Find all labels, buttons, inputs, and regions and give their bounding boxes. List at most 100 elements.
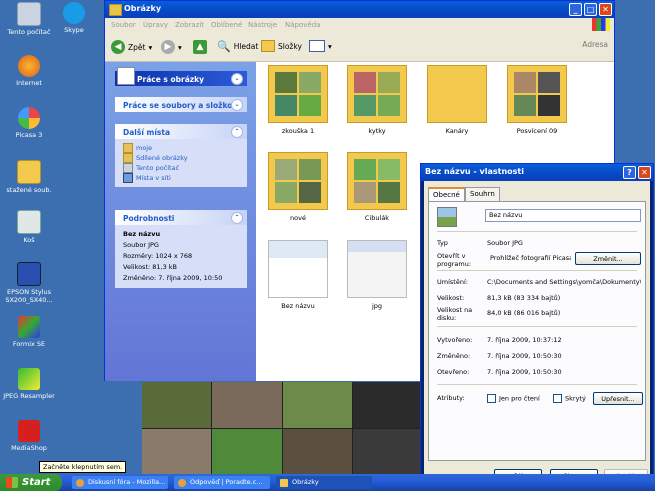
desktop-icon-skype[interactable]: Skype [45, 2, 103, 34]
taskbar: Start Diskusní fóra - Mozilla... Odpověď… [0, 474, 655, 491]
my-computer-icon [17, 2, 41, 26]
desktop-icon-formix[interactable]: Formix SE [0, 316, 58, 348]
readonly-checkbox[interactable]: Jen pro čtení [487, 394, 540, 403]
file-item[interactable]: jpg [342, 240, 412, 310]
folders-button[interactable]: Složky [261, 40, 302, 52]
folder-item[interactable]: Kanáry [422, 65, 492, 135]
open-with-label: Otevřít v programu: [437, 252, 472, 268]
folder-thumbnail-icon [268, 65, 328, 123]
collapse-chevron-icon[interactable]: ⌃ [231, 126, 243, 138]
mediashop-icon [18, 420, 40, 442]
desktop-icon-internet[interactable]: Internet [0, 55, 58, 87]
photo-tile [212, 382, 282, 428]
menu-favorites[interactable]: Oblíbené [211, 21, 242, 29]
skype-icon [63, 2, 85, 24]
place-link-moje[interactable]: moje [123, 143, 239, 153]
desktop-icon-mediashop[interactable]: MediaShop [0, 420, 58, 452]
folder-icon [123, 143, 133, 153]
up-arrow-icon: ▲ [193, 40, 207, 54]
menu-bar: Soubor Úpravy Zobrazit Oblíbené Nástroje… [105, 18, 614, 31]
photo-tile [352, 428, 422, 474]
folder-item[interactable]: zkouška 1 [263, 65, 333, 135]
image-file-icon [437, 207, 457, 227]
details-size: Velikost: 81,3 kB [123, 263, 178, 271]
folder-thumbnail-icon [268, 152, 328, 210]
minimize-button[interactable]: _ [569, 3, 582, 16]
forward-button[interactable]: ▶ ▾ [161, 40, 182, 54]
photo-tile [142, 428, 212, 474]
details-header[interactable]: Podrobnosti ⌃ [115, 210, 247, 225]
created-label: Vytvořeno: [437, 336, 473, 344]
other-places-panel: Další místa ⌃ moje Sdílené obrázky Tento… [115, 124, 247, 187]
background-photo-collage [142, 382, 422, 474]
photo-tile [352, 382, 422, 428]
chevron-down-icon: ▾ [148, 42, 153, 52]
advanced-button[interactable]: Upřesnit... [593, 392, 643, 405]
picture-tasks-header[interactable]: Práce s obrázky ⌄ [115, 67, 247, 86]
hidden-checkbox[interactable]: Skrytý [553, 394, 586, 403]
taskbar-item-explorer[interactable]: Obrázky [276, 476, 372, 489]
up-folder-button[interactable]: ▲ [193, 40, 207, 54]
formix-icon [18, 316, 40, 338]
firefox-icon [178, 479, 186, 487]
dialog-titlebar[interactable]: Bez názvu - vlastnosti ? ✕ [421, 164, 653, 181]
properties-dialog: Bez názvu - vlastnosti ? ✕ Obecné Souhrn… [420, 163, 654, 491]
desktop-icon-jpeg-resampler[interactable]: JPEG Resampler [0, 368, 58, 400]
taskbar-item-firefox[interactable]: Diskusní fóra - Mozilla... [72, 476, 168, 489]
firefox-icon [18, 55, 40, 77]
forward-arrow-icon: ▶ [161, 40, 175, 54]
folder-icon [261, 40, 275, 52]
modified-label: Změněno: [437, 352, 471, 360]
place-link-network[interactable]: Místa v síti [123, 173, 239, 183]
search-button[interactable]: 🔍 Hledat [217, 40, 258, 53]
folder-icon [427, 65, 487, 123]
menu-tools[interactable]: Nástroje [248, 21, 277, 29]
other-places-header[interactable]: Další místa ⌃ [115, 124, 247, 139]
file-tasks-header[interactable]: Práce se soubory a složkou ⌄ [115, 97, 247, 112]
folder-item[interactable]: Posvícení 09 [502, 65, 572, 135]
address-label: Adresa [582, 40, 608, 49]
start-button[interactable]: Start [0, 474, 62, 491]
tab-summary[interactable]: Souhrn [465, 187, 500, 201]
created-value: 7. října 2009, 10:37:12 [487, 336, 562, 344]
toolbar: ◀ Zpět ▾ ▶ ▾ ▲ 🔍 Hledat Složky ▾ Adresa [105, 31, 614, 62]
jpeg-resampler-icon [18, 368, 40, 390]
help-button[interactable]: ? [623, 166, 636, 179]
menu-file[interactable]: Soubor [111, 21, 136, 29]
divider [437, 270, 637, 271]
file-item[interactable]: Bez názvu [263, 240, 333, 310]
general-panel: Bez názvu Typ Soubor JPG Otevřít v progr… [428, 201, 646, 461]
menu-view[interactable]: Zobrazit [175, 21, 204, 29]
expand-chevron-icon[interactable]: ⌄ [231, 99, 243, 111]
picture-tasks-panel: Práce s obrázky ⌄ [115, 67, 247, 86]
views-button[interactable]: ▾ [309, 40, 332, 52]
place-link-shared-pictures[interactable]: Sdílené obrázky [123, 153, 239, 163]
explorer-titlebar[interactable]: Obrázky _ □ ✕ [105, 1, 614, 18]
location-value: C:\Documents and Settings\yomča\Dokument… [487, 278, 641, 286]
back-button[interactable]: ◀ Zpět ▾ [111, 40, 152, 54]
change-button[interactable]: Změnit... [575, 252, 641, 265]
printer-icon [17, 262, 41, 286]
folder-icon [123, 153, 133, 163]
desktop-icon-picasa[interactable]: Picasa 3 [0, 107, 58, 139]
collapse-chevron-icon[interactable]: ⌃ [231, 212, 243, 224]
collapse-chevron-icon[interactable]: ⌄ [231, 73, 243, 85]
taskbar-item-firefox-2[interactable]: Odpověď | Poradte.c... [174, 476, 270, 489]
details-name: Bez názvu [123, 230, 161, 238]
checkbox-icon [553, 394, 562, 403]
close-button[interactable]: ✕ [599, 3, 612, 16]
desktop-icon-epson[interactable]: EPSON Stylus SX200_SX40... [0, 262, 58, 304]
task-pane: Práce s obrázky ⌄ Práce se soubory a slo… [105, 62, 256, 381]
place-link-my-computer[interactable]: Tento počítač [123, 163, 239, 173]
desktop-icon-recycle-bin[interactable]: Koš [0, 210, 58, 244]
folder-item[interactable]: nové [263, 152, 333, 222]
close-button[interactable]: ✕ [638, 166, 651, 179]
maximize-button[interactable]: □ [584, 3, 597, 16]
filename-input[interactable]: Bez názvu [485, 209, 641, 222]
details-body: Bez názvu Soubor JPG Rozměry: 1024 x 768… [115, 225, 247, 288]
desktop-icon-downloads[interactable]: stažené soub. [0, 160, 58, 194]
menu-help[interactable]: Nápověda [285, 21, 320, 29]
folder-item[interactable]: kytky [342, 65, 412, 135]
menu-edit[interactable]: Úpravy [143, 21, 168, 29]
folder-item[interactable]: Cibulák [342, 152, 412, 222]
